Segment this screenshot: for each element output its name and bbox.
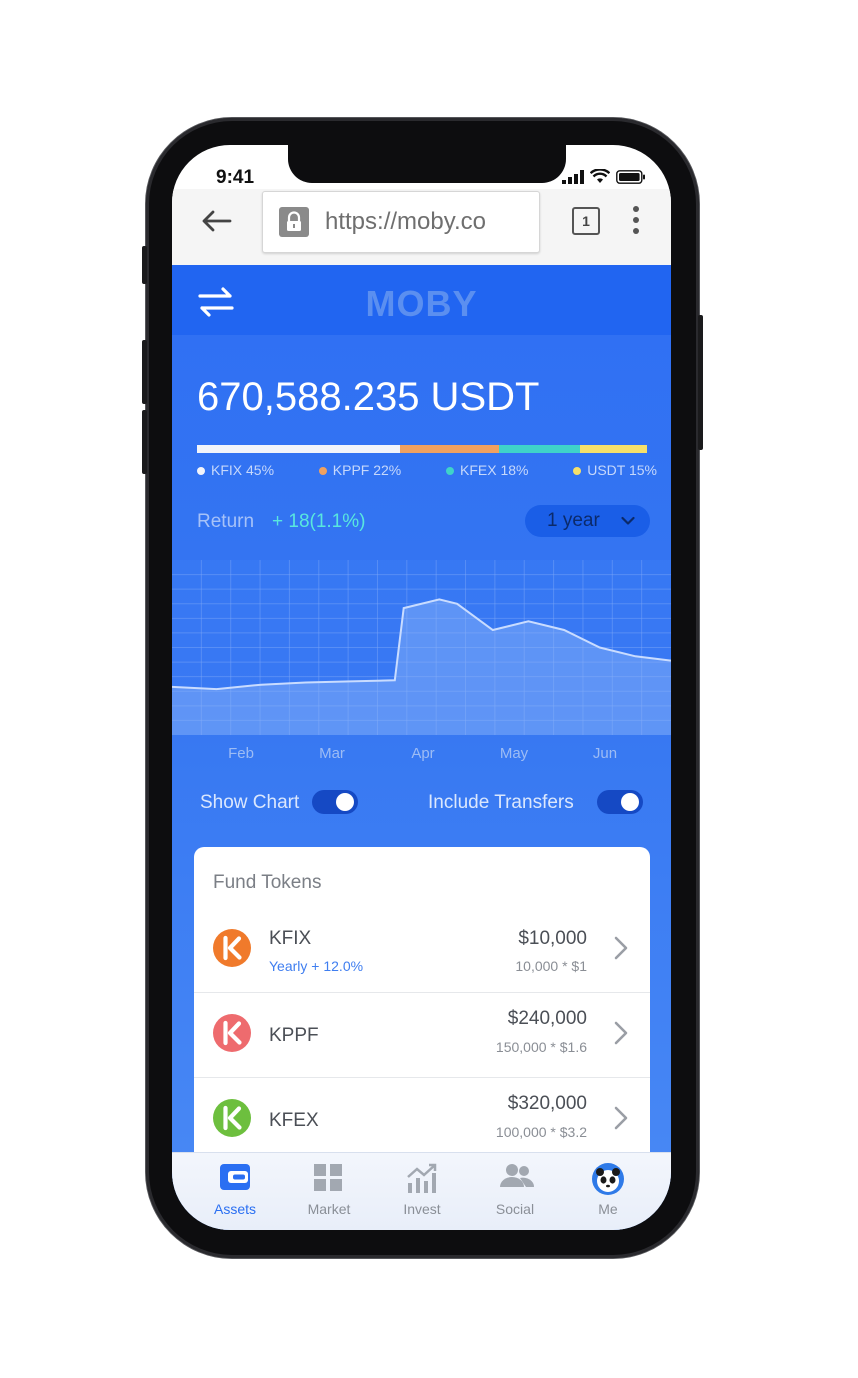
tab-assets[interactable]: Assets	[190, 1153, 280, 1223]
tab-switcher-button[interactable]: 1	[572, 207, 600, 235]
x-tick-label: Apr	[411, 745, 435, 762]
return-chart	[172, 560, 671, 735]
brand-title: MOBY	[365, 283, 478, 324]
allocation-segment	[579, 445, 647, 453]
status-time: 9:41	[216, 167, 255, 188]
allocation-legend: KFIX 45% KPPF 22% KFEX 18% USDT 15%	[197, 462, 657, 478]
volume-down-button	[142, 410, 147, 474]
x-tick-label: Feb	[228, 745, 254, 762]
token-calc: 150,000 * $1.6	[495, 1039, 587, 1055]
legend-item: KFIX 45%	[197, 462, 274, 478]
tab-social[interactable]: Social	[470, 1153, 560, 1223]
fund-token-row-kfex[interactable]: KFEX $320,000 100,000 * $3.2	[194, 1078, 650, 1162]
legend-label: USDT 15%	[587, 462, 657, 478]
period-value: 1 year	[547, 510, 600, 531]
fund-token-row-kppf[interactable]: KPPF $240,000 150,000 * $1.6	[194, 993, 650, 1077]
legend-item: KFEX 18%	[445, 462, 529, 478]
app-header: MOBY	[172, 265, 671, 335]
chevron-down-icon	[621, 516, 635, 525]
token-amount: $10,000	[518, 928, 587, 949]
legend-label: KFIX 45%	[211, 462, 275, 478]
browser-toolbar: https://moby.co 1	[172, 189, 671, 265]
tab-label: Social	[495, 1201, 535, 1217]
token-name: KPPF	[269, 1025, 319, 1046]
assets-icon	[219, 1163, 251, 1196]
legend-dot	[573, 467, 582, 476]
power-button	[698, 315, 703, 450]
url-text: https://moby.co	[325, 208, 486, 235]
status-icons	[562, 169, 646, 184]
tab-market[interactable]: Market	[284, 1153, 374, 1223]
chart-x-axis: Feb Mar Apr May Jun	[172, 745, 671, 765]
back-arrow-icon[interactable]	[200, 209, 232, 233]
allocation-segment	[399, 445, 499, 453]
legend-label: KPPF 22%	[332, 462, 402, 478]
x-tick-label: Mar	[319, 745, 345, 762]
screen: 9:41 https://moby.co 1 MOBY 670,588.235 …	[172, 145, 671, 1230]
legend-dot	[197, 467, 205, 476]
legend-item: KPPF 22%	[318, 462, 402, 478]
legend-dot	[445, 467, 454, 476]
volume-up-button	[142, 340, 147, 404]
tab-label: Me	[598, 1201, 618, 1217]
toggle-knob	[621, 793, 639, 811]
return-value: + 18(1.1%)	[272, 511, 366, 532]
tab-label: Market	[307, 1201, 351, 1217]
tab-invest[interactable]: Invest	[377, 1153, 467, 1223]
token-name: KFEX	[269, 1110, 319, 1131]
wifi-icon	[590, 169, 610, 183]
fund-tokens-title: Fund Tokens	[213, 872, 322, 893]
fund-token-row-kfix[interactable]: KFIX Yearly + 12.0% $10,000 10,000 * $1	[194, 908, 650, 992]
invest-icon	[406, 1163, 438, 1198]
legend-item: USDT 15%	[573, 462, 657, 478]
token-yield: Yearly + 12.0%	[269, 958, 364, 974]
chevron-right-icon	[614, 1021, 628, 1045]
social-icon	[499, 1163, 535, 1194]
signal-icon	[562, 170, 584, 184]
include-transfers-toggle[interactable]	[597, 790, 643, 814]
tab-me[interactable]: Me	[563, 1153, 653, 1223]
tab-label: Invest	[403, 1201, 441, 1217]
token-calc: 100,000 * $3.2	[495, 1124, 587, 1140]
period-selector[interactable]: 1 year	[525, 505, 650, 537]
allocation-segment	[498, 445, 580, 453]
legend-label: KFEX 18%	[459, 462, 529, 478]
token-logo-icon	[213, 1014, 251, 1052]
chevron-right-icon	[614, 1106, 628, 1130]
show-chart-toggle[interactable]	[312, 790, 358, 814]
lock-icon	[279, 207, 309, 237]
bottom-tab-bar: Assets Market Invest Social Me	[172, 1152, 671, 1230]
me-icon	[592, 1163, 624, 1200]
market-icon	[313, 1163, 343, 1196]
token-amount: $240,000	[507, 1008, 587, 1029]
token-calc: 10,000 * $1	[515, 958, 587, 974]
total-balance: 670,588.235 USDT	[197, 375, 540, 419]
battery-icon	[616, 170, 645, 184]
token-amount: $320,000	[507, 1093, 587, 1114]
tab-label: Assets	[213, 1201, 256, 1217]
x-tick-label: May	[499, 745, 529, 762]
mute-switch	[142, 246, 147, 284]
include-transfers-label: Include Transfers	[428, 792, 574, 813]
show-chart-label: Show Chart	[200, 792, 300, 813]
return-label: Return	[197, 511, 255, 532]
legend-dot	[318, 467, 327, 476]
x-tick-label: Jun	[592, 745, 618, 762]
token-logo-icon	[213, 1099, 251, 1137]
toggle-knob	[336, 793, 354, 811]
more-vert-icon[interactable]	[632, 205, 640, 235]
fund-tokens-card: Fund Tokens KFIX Yearly + 12.0% $10,000 10,…	[194, 847, 650, 1187]
allocation-bar	[197, 445, 647, 453]
url-bar[interactable]: https://moby.co	[262, 191, 540, 253]
notch	[288, 145, 566, 183]
chevron-right-icon	[614, 936, 628, 960]
allocation-segment	[197, 445, 400, 453]
app-body: MOBY 670,588.235 USDT KFIX 45% KPPF 22% KF…	[172, 265, 671, 1230]
token-name: KFIX	[269, 928, 312, 949]
token-logo-icon	[213, 929, 251, 967]
